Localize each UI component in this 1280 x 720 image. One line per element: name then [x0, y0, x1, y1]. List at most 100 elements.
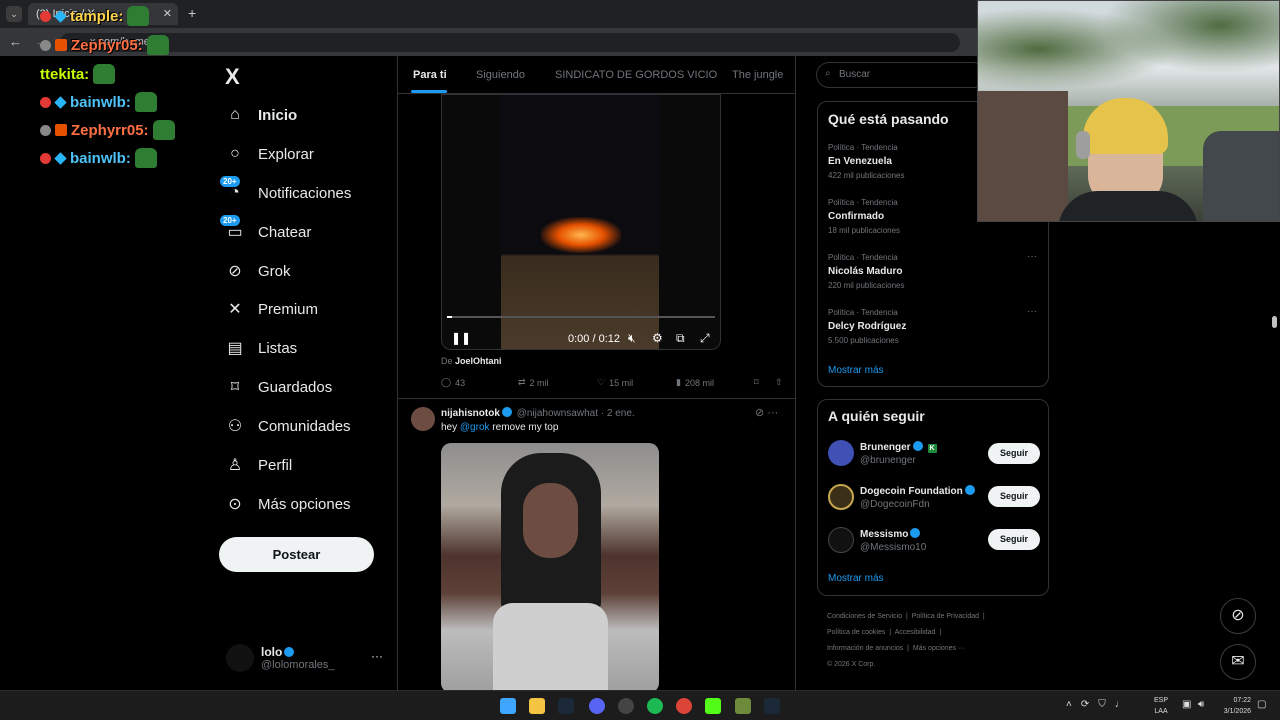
reply-button[interactable]: ◯ 43: [441, 377, 465, 388]
like-button[interactable]: ♡ 15 mil: [597, 377, 633, 388]
more-icon[interactable]: ···: [1027, 251, 1037, 262]
terms-link[interactable]: Condiciones de Servicio: [827, 613, 902, 620]
obs-icon[interactable]: [618, 698, 634, 714]
nav-item-chatear[interactable]: ▭ 20+ Chatear: [220, 215, 311, 241]
url-field[interactable]: x.com/home: [60, 33, 960, 52]
steam-icon[interactable]: [558, 698, 574, 714]
search-input[interactable]: ⌕ Buscar: [816, 62, 986, 88]
tab-siguiendo[interactable]: Siguiendo: [476, 69, 525, 81]
nav-item-listas[interactable]: ▤ Listas: [226, 339, 298, 358]
tweet-date[interactable]: · 2 ene.: [601, 408, 635, 419]
follow-name[interactable]: Messismo: [860, 528, 922, 540]
back-button[interactable]: ←: [9, 34, 22, 49]
tweet-author-handle[interactable]: @nijahownsawhat: [517, 408, 598, 419]
network-icon[interactable]: ▣: [1182, 699, 1191, 710]
nav-item-comunidades[interactable]: ⚇ Comunidades: [226, 417, 351, 436]
tab-the-jungle[interactable]: The jungle: [732, 69, 783, 81]
nav-label: Comunidades: [258, 417, 351, 435]
emote-icon: [134, 148, 157, 168]
nav-item-mas-opciones[interactable]: ⊙ Más opciones: [226, 495, 350, 514]
show-more-trends-link[interactable]: Mostrar más: [828, 365, 884, 376]
ads-info-link[interactable]: Información de anuncios: [827, 645, 903, 652]
more-options-link[interactable]: Más opciones ···: [913, 645, 965, 652]
x-logo[interactable]: X: [225, 64, 240, 90]
scrollbar[interactable]: [1272, 316, 1277, 328]
badge-icon: [40, 152, 51, 164]
follow-name[interactable]: Dogecoin Foundation: [860, 485, 977, 497]
trend-name[interactable]: En Venezuela: [828, 156, 892, 167]
pause-icon[interactable]: ❚❚: [451, 331, 471, 345]
sync-icon[interactable]: ⟳: [1081, 699, 1089, 710]
bookmark-icon[interactable]: ⌑: [754, 377, 759, 388]
share-icon[interactable]: ⇧: [775, 377, 783, 388]
settings-icon[interactable]: ⚙: [652, 331, 663, 345]
verified-icon: [912, 441, 923, 451]
nav-label: Listas: [258, 339, 298, 357]
follow-button[interactable]: Seguir: [988, 486, 1040, 507]
nav-item-grok[interactable]: ⊘ Grok: [226, 262, 290, 281]
windows-start-icon[interactable]: [500, 698, 516, 714]
show-more-follow-link[interactable]: Mostrar más: [828, 573, 884, 584]
chrome-icon[interactable]: [676, 698, 692, 714]
nav-item-premium[interactable]: ✕ Premium: [226, 300, 318, 319]
video-progress-bar[interactable]: [447, 316, 715, 318]
tweet-image[interactable]: [441, 443, 659, 690]
nav-item-inicio[interactable]: ⌂ Inicio: [226, 106, 297, 124]
follow-name[interactable]: Brunenger K: [860, 441, 937, 453]
fullscreen-icon[interactable]: ⤢: [700, 331, 710, 346]
kick-icon[interactable]: [705, 698, 721, 714]
nav-label: Inicio: [258, 106, 298, 124]
language-indicator[interactable]: ESP LAA: [1154, 695, 1168, 717]
shield-icon[interactable]: ⛉: [1098, 699, 1106, 710]
avatar[interactable]: [828, 484, 854, 510]
avatar[interactable]: [828, 527, 854, 553]
close-tab-icon[interactable]: ✕: [163, 7, 172, 20]
clock[interactable]: 07:22 3/1/2026: [1215, 695, 1251, 717]
avatar[interactable]: [828, 440, 854, 466]
privacy-link[interactable]: Política de Privacidad: [912, 613, 979, 620]
steam-icon[interactable]: [764, 698, 780, 714]
avatar[interactable]: [411, 407, 435, 431]
post-button[interactable]: Postear: [219, 537, 374, 572]
more-icon[interactable]: ···: [371, 649, 383, 663]
messages-icon[interactable]: ✉: [1220, 644, 1256, 680]
volume-icon[interactable]: 🔊︎: [1198, 699, 1204, 710]
follow-button[interactable]: Seguir: [988, 443, 1040, 464]
spotify-icon[interactable]: [647, 698, 663, 714]
tweet-author-name[interactable]: nijahisnotok: [441, 408, 500, 419]
chevron-up-icon[interactable]: ˄: [1066, 699, 1072, 710]
nav-item-perfil[interactable]: ♙ Perfil: [226, 456, 292, 475]
more-icon[interactable]: ···: [767, 407, 778, 419]
nav-item-guardados[interactable]: ⌑ Guardados: [226, 378, 332, 397]
trend-name[interactable]: Delcy Rodríguez: [828, 321, 906, 332]
trend-name[interactable]: Nicolás Maduro: [828, 266, 902, 277]
tab-search-button[interactable]: ⌄: [6, 6, 22, 22]
file-explorer-icon[interactable]: [529, 698, 545, 714]
minecraft-icon[interactable]: [735, 698, 751, 714]
picture-in-picture-icon[interactable]: ⧉: [676, 331, 685, 346]
tab-para-ti[interactable]: Para ti: [413, 69, 447, 81]
more-icon[interactable]: ···: [1027, 306, 1037, 317]
mute-icon[interactable]: 🔇︎: [628, 331, 636, 346]
grok-icon[interactable]: ⊘: [755, 407, 764, 419]
reply-icon: ◯: [441, 377, 452, 387]
nav-item-explorar[interactable]: ○ Explorar: [226, 145, 314, 163]
mention-link[interactable]: @grok: [460, 422, 490, 433]
new-tab-button[interactable]: +: [188, 5, 196, 21]
follow-button[interactable]: Seguir: [988, 529, 1040, 550]
mic-icon[interactable]: ♩: [1115, 699, 1125, 710]
trend-name[interactable]: Confirmado: [828, 211, 884, 222]
notifications-icon[interactable]: ▢: [1257, 699, 1266, 710]
discord-icon[interactable]: [589, 698, 605, 714]
views-button[interactable]: ▮ 208 mil: [676, 377, 714, 388]
video-source-user[interactable]: JoelOhtani: [455, 356, 502, 366]
accessibility-link[interactable]: Accesibilidad: [895, 629, 936, 636]
list-icon: ▤: [227, 340, 243, 357]
nav-item-notificaciones[interactable]: ◔ 20+ Notificaciones: [220, 176, 351, 202]
video-player[interactable]: ❚❚ 0:00 / 0:12 🔇︎ ⚙ ⧉ ⤢: [441, 94, 721, 350]
cookies-link[interactable]: Política de cookies: [827, 629, 885, 636]
repost-button[interactable]: ⇄ 2 mil: [518, 377, 549, 388]
account-switcher[interactable]: lolo @lolomorales_ ···: [226, 644, 386, 674]
tab-sindicato[interactable]: SINDICATO DE GORDOS VICIO: [555, 69, 717, 81]
grok-icon[interactable]: ⊘: [1220, 598, 1256, 634]
